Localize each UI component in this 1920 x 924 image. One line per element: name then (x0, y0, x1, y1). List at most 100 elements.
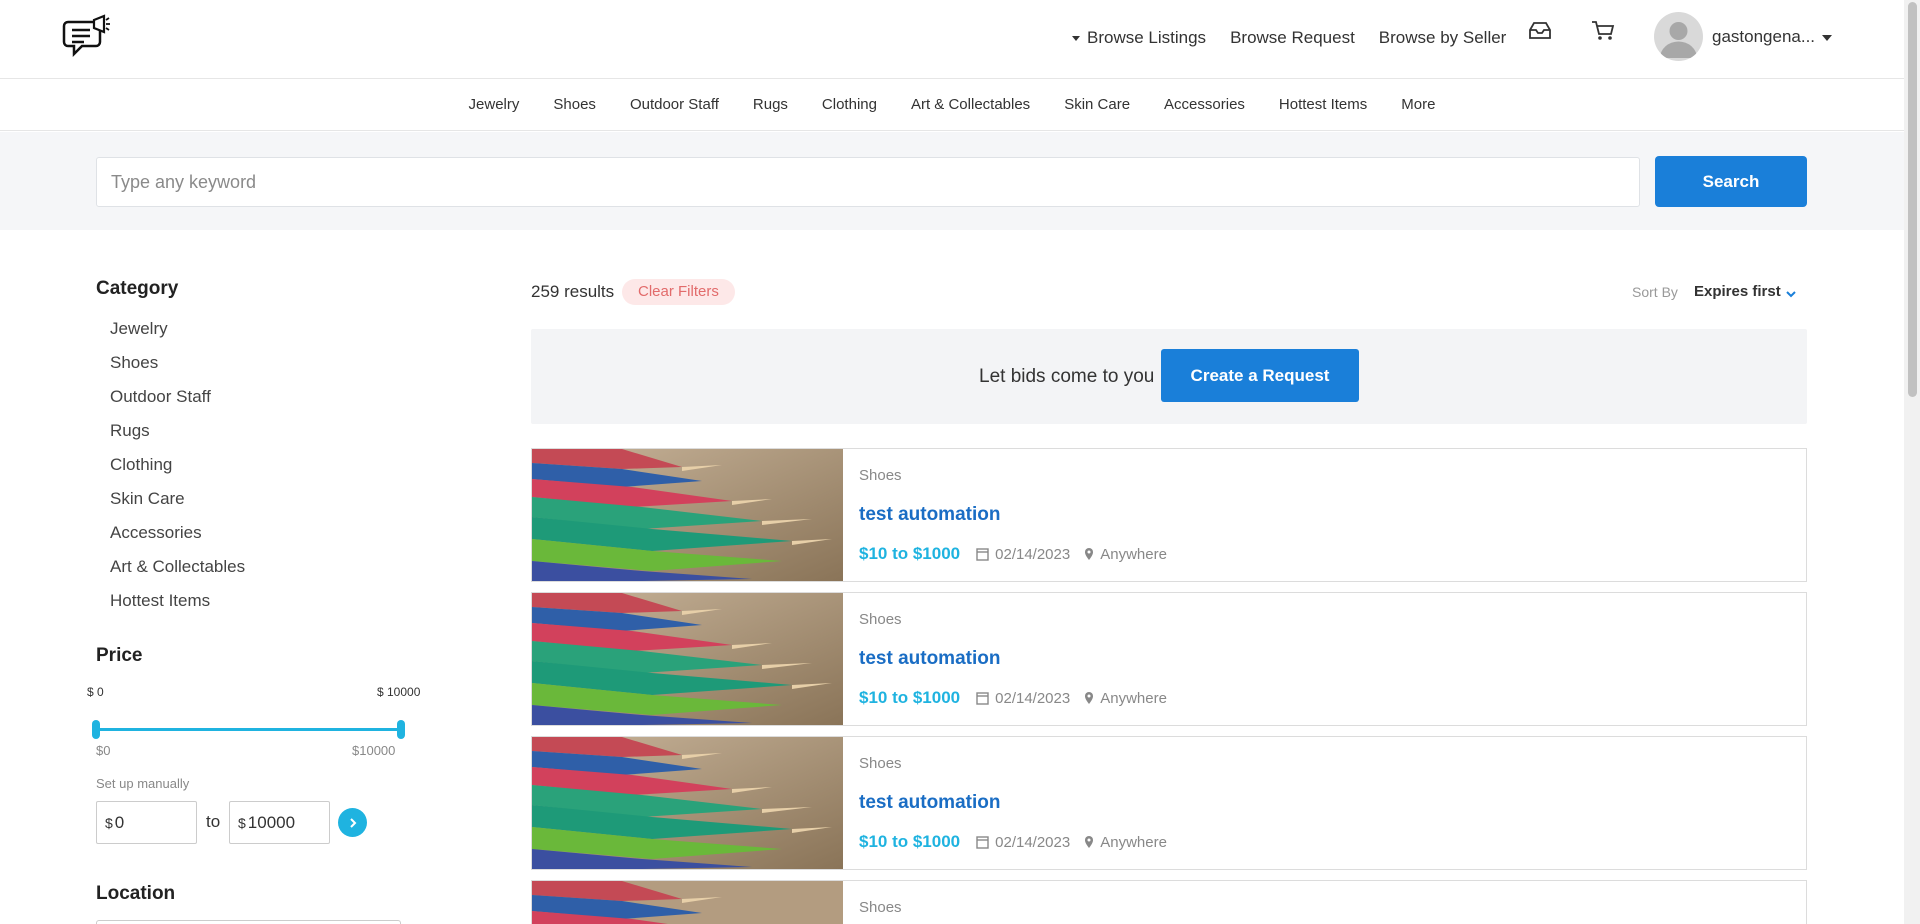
category-title: Category (96, 278, 179, 299)
search-bar: Search (0, 132, 1904, 230)
create-request-banner: Let bids come to you Create a Request (531, 329, 1807, 424)
cat-nav-clothing[interactable]: Clothing (822, 96, 877, 113)
listing-meta: $10 to $1000 02/14/2023 Anywhere (859, 544, 1167, 564)
category-nav: Jewelry Shoes Outdoor Staff Rugs Clothin… (0, 79, 1904, 131)
listing-price: $10 to $1000 (859, 544, 961, 563)
location-title: Location (96, 883, 176, 904)
price-slider-max-handle[interactable] (397, 720, 405, 739)
max-price-field[interactable]: $ (229, 801, 330, 844)
avatar[interactable] (1654, 12, 1703, 61)
logo-icon[interactable] (60, 12, 112, 64)
calendar-icon (976, 547, 989, 561)
max-price-input[interactable] (247, 812, 318, 833)
price-slider-track[interactable] (96, 728, 401, 731)
listing-date: 02/14/2023 (995, 833, 1071, 851)
location-pin-icon (1084, 547, 1094, 561)
listing-card[interactable]: Shoes test automation $10 to $1000 02/14… (531, 592, 1807, 726)
listing-card[interactable]: Shoes (531, 880, 1807, 924)
sidebar-item-jewelry[interactable]: Jewelry (110, 316, 245, 350)
listing-image[interactable] (532, 449, 843, 581)
username[interactable]: gastongena... (1712, 27, 1815, 47)
price-slider-min-handle[interactable] (92, 720, 100, 739)
listing-card[interactable]: Shoes test automation $10 to $1000 02/14… (531, 736, 1807, 870)
location-pin-icon (1084, 691, 1094, 705)
listing-title[interactable]: test automation (859, 504, 1000, 526)
cat-nav-jewelry[interactable]: Jewelry (469, 96, 520, 113)
browse-request-link[interactable]: Browse Request (1230, 28, 1355, 48)
listing-date: 02/14/2023 (995, 545, 1071, 563)
sort-dropdown[interactable]: Expires first (1694, 283, 1781, 300)
listing-category: Shoes (859, 467, 902, 484)
price-max-tooltip: $ 10000 (377, 685, 421, 699)
cta-text: Let bids come to you (979, 366, 1155, 387)
listing-image[interactable] (532, 881, 843, 924)
category-list: Jewelry Shoes Outdoor Staff Rugs Clothin… (110, 316, 245, 622)
cat-nav-more[interactable]: More (1401, 96, 1435, 113)
scrollbar-thumb[interactable] (1908, 2, 1917, 397)
search-button[interactable]: Search (1655, 156, 1807, 207)
listing-meta: $10 to $1000 02/14/2023 Anywhere (859, 688, 1167, 708)
listing-meta: $10 to $1000 02/14/2023 Anywhere (859, 832, 1167, 852)
listing-category: Shoes (859, 899, 902, 916)
setup-manually-label: Set up manually (96, 776, 190, 791)
user-menu-caret-icon[interactable] (1822, 35, 1832, 41)
sidebar-item-rugs[interactable]: Rugs (110, 418, 245, 452)
browse-listings-label: Browse Listings (1087, 28, 1207, 47)
top-header: Browse Listings Browse Request Browse by… (0, 0, 1904, 79)
listing-image[interactable] (532, 593, 843, 725)
sidebar-item-skin-care[interactable]: Skin Care (110, 486, 245, 520)
calendar-icon (976, 835, 989, 849)
sidebar-item-art-collectables[interactable]: Art & Collectables (110, 554, 245, 588)
cat-nav-accessories[interactable]: Accessories (1164, 96, 1245, 113)
search-input[interactable] (96, 157, 1640, 207)
cart-icon[interactable] (1588, 16, 1618, 46)
location-select[interactable] (96, 920, 401, 924)
to-label: to (206, 812, 221, 831)
listing-image[interactable] (532, 737, 843, 869)
listing-date: 02/14/2023 (995, 689, 1071, 707)
price-title: Price (96, 645, 143, 666)
currency-symbol: $ (238, 814, 246, 831)
chevron-right-icon (349, 817, 356, 828)
chevron-down-icon[interactable] (1785, 286, 1797, 304)
sidebar-item-clothing[interactable]: Clothing (110, 452, 245, 486)
listing-category: Shoes (859, 755, 902, 772)
page-scrollbar[interactable] (1904, 0, 1920, 924)
clear-filters-button[interactable]: Clear Filters (622, 279, 735, 305)
listing-title[interactable]: test automation (859, 648, 1000, 670)
create-request-button[interactable]: Create a Request (1161, 349, 1359, 402)
inbox-icon[interactable] (1525, 16, 1555, 46)
top-nav: Browse Listings Browse Request Browse by… (1048, 18, 1506, 58)
min-price-field[interactable]: $ (96, 801, 197, 844)
apply-price-button[interactable] (338, 808, 367, 837)
sort-label: Sort By (1632, 284, 1678, 300)
cat-nav-rugs[interactable]: Rugs (753, 96, 788, 113)
listing-card[interactable]: Shoes test automation $10 to $1000 02/14… (531, 448, 1807, 582)
listing-price: $10 to $1000 (859, 688, 961, 707)
cat-nav-hottest-items[interactable]: Hottest Items (1279, 96, 1367, 113)
cat-nav-art-collectables[interactable]: Art & Collectables (911, 96, 1030, 113)
price-min-tooltip: $ 0 (87, 685, 104, 699)
location-pin-icon (1084, 835, 1094, 849)
listing-location: Anywhere (1100, 689, 1167, 707)
min-price-input[interactable] (114, 812, 185, 833)
sidebar-item-hottest-items[interactable]: Hottest Items (110, 588, 245, 622)
listing-location: Anywhere (1100, 833, 1167, 851)
range-max-label: $10000 (352, 743, 396, 758)
results-count: 259 results (531, 282, 615, 301)
cat-nav-shoes[interactable]: Shoes (553, 96, 596, 113)
cat-nav-skin-care[interactable]: Skin Care (1064, 96, 1130, 113)
listing-category: Shoes (859, 611, 902, 628)
sidebar-item-outdoor-staff[interactable]: Outdoor Staff (110, 384, 245, 418)
sidebar-item-accessories[interactable]: Accessories (110, 520, 245, 554)
browse-listings-link[interactable]: Browse Listings (1072, 28, 1206, 48)
calendar-icon (976, 691, 989, 705)
browse-by-seller-link[interactable]: Browse by Seller (1379, 28, 1507, 48)
sidebar-item-shoes[interactable]: Shoes (110, 350, 245, 384)
listing-price: $10 to $1000 (859, 832, 961, 851)
caret-down-icon (1072, 36, 1080, 42)
cat-nav-outdoor-staff[interactable]: Outdoor Staff (630, 96, 719, 113)
listing-title[interactable]: test automation (859, 792, 1000, 814)
listing-location: Anywhere (1100, 545, 1167, 563)
currency-symbol: $ (105, 814, 113, 831)
